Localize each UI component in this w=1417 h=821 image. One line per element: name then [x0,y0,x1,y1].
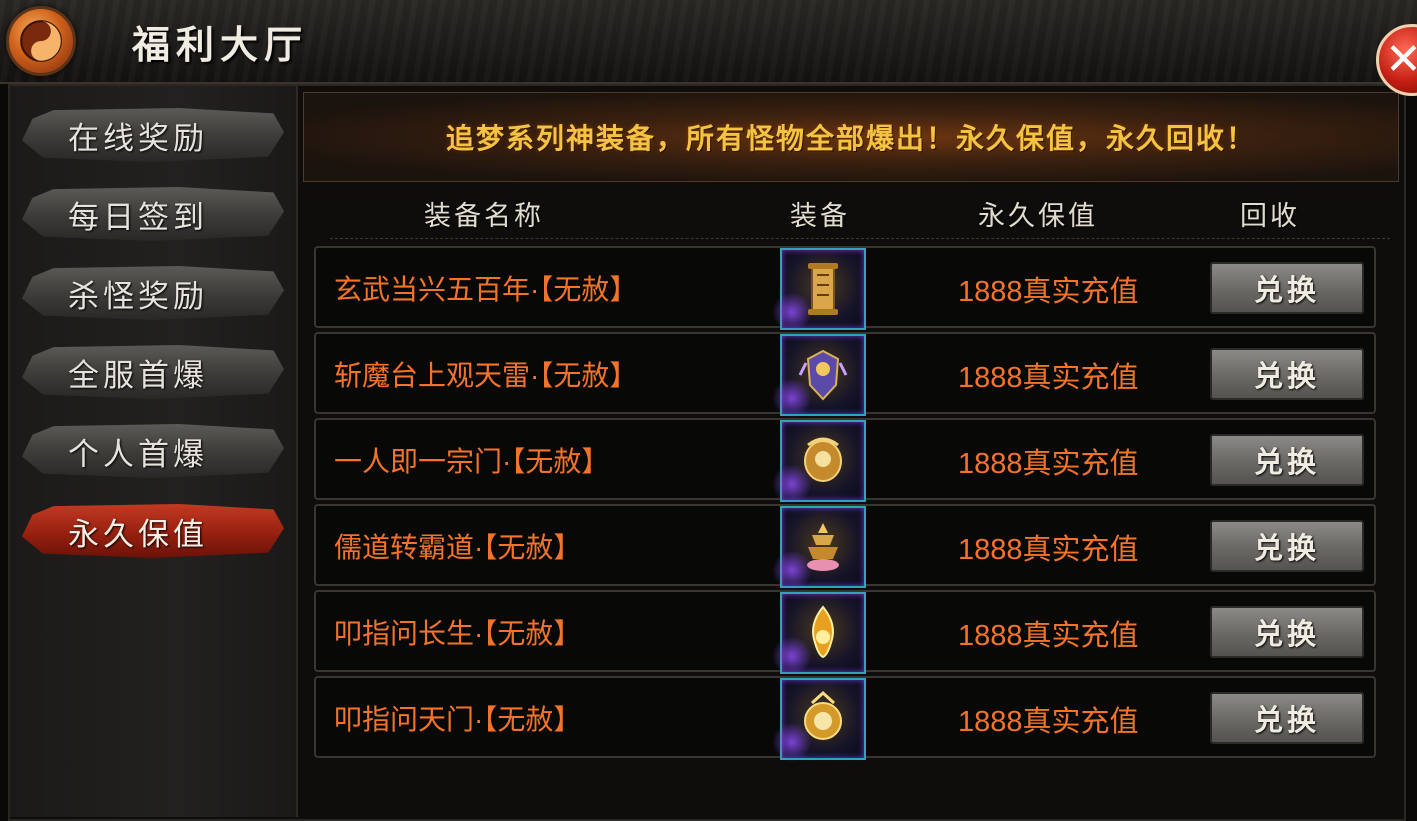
promo-banner: 追梦系列神装备，所有怪物全部爆出！永久保值，永久回收！ [303,92,1399,182]
table-row: 儒道转霸道·【无赦】 1888真实充值 兑换 [314,504,1376,590]
gold-orb-icon[interactable] [772,678,866,762]
close-icon[interactable]: ✕ [1385,38,1417,82]
item-value: 1888真实充值 [958,620,1139,652]
table-row: 叩指问长生·【无赦】 1888真实充值 兑换 [314,590,1376,676]
item-value: 1888真实充值 [958,362,1139,394]
exchange-button[interactable]: 兑换 [1210,434,1364,486]
header-divider [330,238,1390,239]
sidebar-item-personal-first-drop[interactable]: 个人首爆 [22,424,284,478]
item-name: 儒道转霸道·【无赦】 [334,532,582,563]
pagoda-icon[interactable] [772,506,866,590]
exchange-button[interactable]: 兑换 [1210,692,1364,744]
sidebar-item-permanent-value[interactable]: 永久保值 [22,504,284,558]
taiji-icon [6,6,76,76]
item-name: 一人即一宗门·【无赦】 [334,446,610,477]
exchange-button[interactable]: 兑换 [1210,606,1364,658]
item-name: 叩指问长生·【无赦】 [334,618,582,649]
window-title: 福利大厅 [132,22,309,67]
armor-icon[interactable] [772,334,866,418]
header-recycle: 回收 [1240,201,1300,232]
item-value: 1888真实充值 [958,534,1139,566]
header-permanent-value: 永久保值 [978,201,1098,232]
exchange-button[interactable]: 兑换 [1210,520,1364,572]
table-row: 叩指问天门·【无赦】 1888真实充值 兑换 [314,676,1376,762]
table-row: 斩魔台上观天雷·【无赦】 1888真实充值 兑换 [314,332,1376,418]
item-name: 斩魔台上观天雷·【无赦】 [334,360,638,391]
scroll-icon[interactable] [772,248,866,332]
header-item: 装备 [790,201,850,232]
item-name: 玄武当兴五百年·【无赦】 [334,274,638,305]
sidebar-item-daily-checkin[interactable]: 每日签到 [22,187,284,241]
flame-icon[interactable] [772,592,866,676]
table-row: 一人即一宗门·【无赦】 1888真实充值 兑换 [314,418,1376,504]
exchange-button[interactable]: 兑换 [1210,348,1364,400]
item-name: 叩指问天门·【无赦】 [334,704,582,735]
exchange-button[interactable]: 兑换 [1210,262,1364,314]
sidebar-item-kill-reward[interactable]: 杀怪奖励 [22,266,284,320]
dragon-icon[interactable] [772,420,866,504]
header-item-name: 装备名称 [424,201,544,232]
sidebar-item-server-first-drop[interactable]: 全服首爆 [22,345,284,399]
sidebar-item-online-reward[interactable]: 在线奖励 [22,108,284,162]
item-value: 1888真实充值 [958,706,1139,738]
item-value: 1888真实充值 [958,276,1139,308]
banner-text: 追梦系列神装备，所有怪物全部爆出！永久保值，永久回收！ [445,122,1256,155]
item-value: 1888真实充值 [958,448,1139,480]
table-row: 玄武当兴五百年·【无赦】 1888真实充值 兑换 [314,246,1376,332]
